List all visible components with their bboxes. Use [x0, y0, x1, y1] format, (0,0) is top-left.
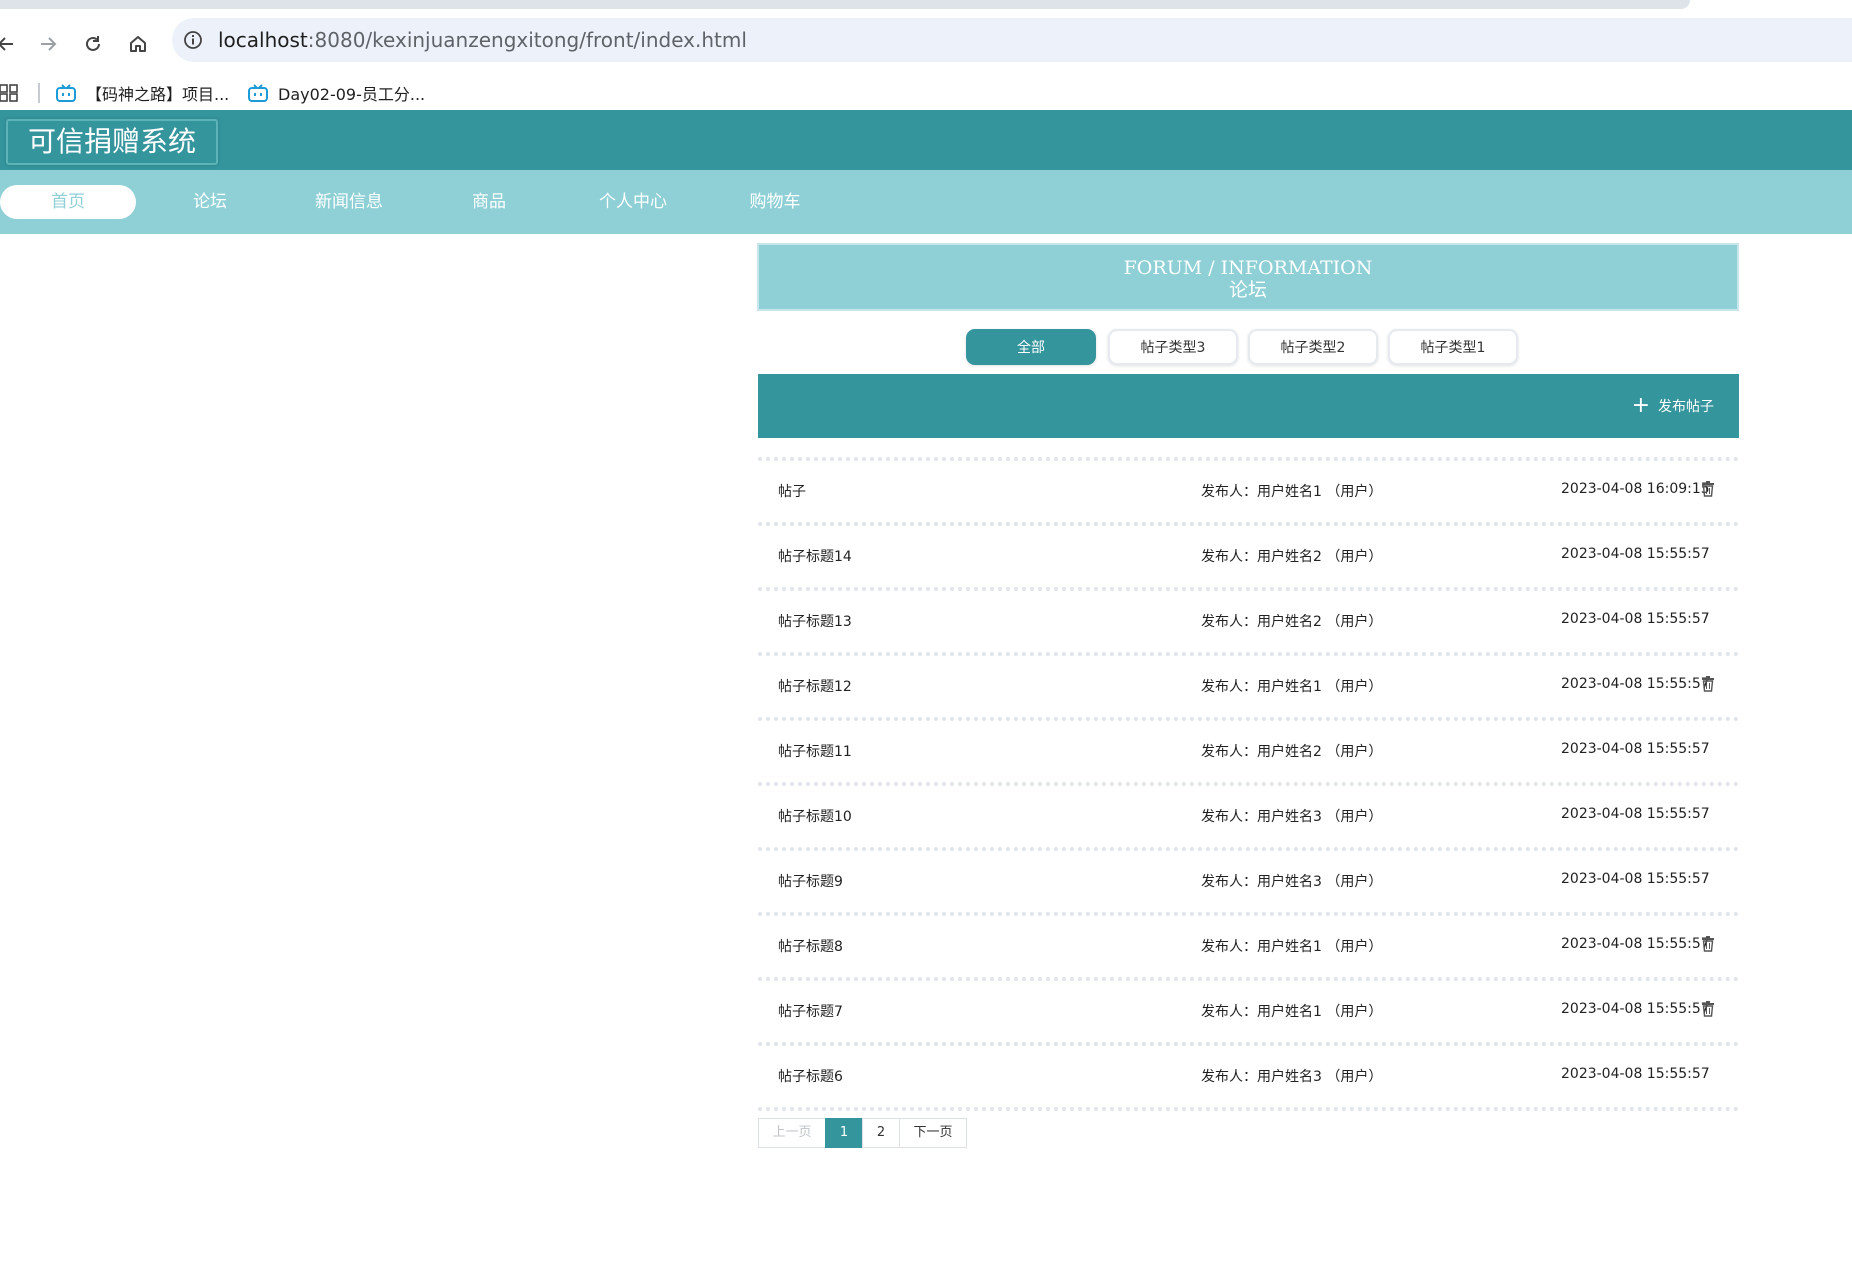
main-nav: 首页 论坛 新闻信息 商品 个人中心 购物车	[0, 170, 1852, 234]
arrow-left-icon	[0, 37, 13, 51]
post-title[interactable]: 帖子标题8	[778, 936, 843, 956]
post-author: 发布人：用户姓名1 （用户）	[1201, 939, 1383, 955]
post-time: 2023-04-08 15:55:57	[1561, 806, 1710, 822]
bookmark-item[interactable]: Day02-09-员工分...	[248, 79, 425, 107]
forum-title-card: FORUM / INFORMATION 论坛	[757, 243, 1739, 311]
url-path: :8080/kexinjuanzengxitong/front/index.ht…	[307, 28, 747, 52]
bookmark-label: 【码神之路】项目...	[86, 85, 230, 104]
site-info-icon[interactable]	[180, 27, 206, 53]
post-row[interactable]: 帖子标题11 发布人：用户姓名2 （用户） 2023-04-08 15:55:57	[758, 717, 1739, 782]
bookmark-label: Day02-09-员工分...	[278, 85, 426, 104]
nav-item-products[interactable]: 商品	[439, 185, 539, 219]
post-author: 发布人：用户姓名3 （用户）	[1201, 1069, 1383, 1085]
nav-item-forum[interactable]: 论坛	[160, 185, 260, 219]
forward-button[interactable]	[28, 24, 68, 64]
post-author: 发布人：用户姓名3 （用户）	[1201, 874, 1383, 890]
bilibili-icon	[56, 84, 76, 102]
post-row[interactable]: 帖子标题13 发布人：用户姓名2 （用户） 2023-04-08 15:55:57	[758, 587, 1739, 652]
bilibili-icon	[248, 84, 268, 102]
post-title[interactable]: 帖子标题12	[778, 676, 852, 696]
post-author: 发布人：用户姓名3 （用户）	[1201, 809, 1383, 825]
prev-page-button[interactable]: 上一页	[758, 1118, 826, 1148]
nav-item-news[interactable]: 新闻信息	[299, 185, 399, 219]
active-tab[interactable]	[0, 0, 1690, 9]
next-page-button[interactable]: 下一页	[899, 1118, 967, 1148]
post-time: 2023-04-08 15:55:57	[1561, 546, 1710, 562]
post-title[interactable]: 帖子标题11	[778, 741, 852, 761]
post-author: 发布人：用户姓名1 （用户）	[1201, 679, 1383, 695]
post-time: 2023-04-08 16:09:15	[1561, 481, 1710, 497]
post-author: 发布人：用户姓名2 （用户）	[1201, 744, 1383, 760]
filter-all[interactable]: 全部	[966, 329, 1096, 365]
post-time: 2023-04-08 15:55:57	[1561, 611, 1710, 627]
post-row[interactable]: 帖子标题8 发布人：用户姓名1 （用户） 2023-04-08 15:55:57	[758, 912, 1739, 977]
url-text[interactable]: localhost:8080/kexinjuanzengxitong/front…	[218, 18, 747, 62]
post-title[interactable]: 帖子	[778, 481, 806, 501]
bookmarks-separator	[38, 83, 40, 103]
trash-icon[interactable]	[1701, 676, 1715, 692]
trash-icon[interactable]	[1701, 481, 1715, 497]
publish-post-button[interactable]: + 发布帖子	[1632, 391, 1714, 421]
home-icon	[130, 36, 146, 52]
bookmark-item[interactable]: 【码神之路】项目...	[56, 79, 229, 107]
post-time: 2023-04-08 15:55:57	[1561, 741, 1710, 757]
plus-icon: +	[1631, 393, 1650, 418]
post-time: 2023-04-08 15:55:57	[1561, 1066, 1710, 1082]
post-title[interactable]: 帖子标题6	[778, 1066, 843, 1086]
post-time: 2023-04-08 15:55:57	[1561, 676, 1710, 692]
post-type-filters: 全部 帖子类型3 帖子类型2 帖子类型1	[0, 329, 1852, 365]
bookmarks-bar: 【码神之路】项目... Day02-09-员工分...	[0, 76, 1852, 110]
post-row[interactable]: 帖子标题9 发布人：用户姓名3 （用户） 2023-04-08 15:55:57	[758, 847, 1739, 912]
forum-title-en: FORUM / INFORMATION	[1123, 257, 1373, 279]
pagination: 上一页 1 2 下一页	[758, 1118, 967, 1148]
trash-icon[interactable]	[1701, 1001, 1715, 1017]
forum-action-bar: + 发布帖子	[758, 374, 1739, 438]
site-header: 可信捐赠系统	[0, 110, 1852, 170]
home-button[interactable]	[118, 24, 158, 64]
post-title[interactable]: 帖子标题7	[778, 1001, 843, 1021]
browser-tabstrip	[0, 0, 1852, 14]
post-author: 发布人：用户姓名2 （用户）	[1201, 549, 1383, 565]
post-title[interactable]: 帖子标题14	[778, 546, 852, 566]
page-2-button[interactable]: 2	[862, 1118, 900, 1148]
site-logo[interactable]: 可信捐赠系统	[6, 119, 219, 165]
browser-toolbar: localhost:8080/kexinjuanzengxitong/front…	[0, 14, 1852, 76]
url-host: localhost	[218, 28, 308, 52]
filter-type-1[interactable]: 帖子类型1	[1388, 329, 1518, 365]
post-list: 帖子 发布人：用户姓名1 （用户） 2023-04-08 16:09:15 帖子标题1…	[758, 457, 1739, 1111]
post-author: 发布人：用户姓名1 （用户）	[1201, 1004, 1383, 1020]
filter-type-2[interactable]: 帖子类型2	[1248, 329, 1378, 365]
post-row[interactable]: 帖子标题7 发布人：用户姓名1 （用户） 2023-04-08 15:55:57	[758, 977, 1739, 1042]
post-row[interactable]: 帖子标题14 发布人：用户姓名2 （用户） 2023-04-08 15:55:57	[758, 522, 1739, 587]
post-row[interactable]: 帖子 发布人：用户姓名1 （用户） 2023-04-08 16:09:15	[758, 457, 1739, 522]
post-author: 发布人：用户姓名1 （用户）	[1201, 484, 1383, 500]
back-button[interactable]	[0, 24, 26, 64]
post-title[interactable]: 帖子标题10	[778, 806, 852, 826]
reload-button[interactable]	[73, 24, 113, 64]
nav-item-cart[interactable]: 购物车	[725, 185, 825, 219]
trash-icon[interactable]	[1701, 936, 1715, 952]
post-title[interactable]: 帖子标题13	[778, 611, 852, 631]
page-1-button[interactable]: 1	[825, 1118, 863, 1148]
filter-type-3[interactable]: 帖子类型3	[1108, 329, 1238, 365]
nav-item-user-center[interactable]: 个人中心	[583, 185, 683, 219]
reload-icon	[86, 36, 100, 51]
post-row[interactable]: 帖子标题6 发布人：用户姓名3 （用户） 2023-04-08 15:55:57	[758, 1042, 1739, 1111]
post-time: 2023-04-08 15:55:57	[1561, 871, 1710, 887]
nav-item-home[interactable]: 首页	[0, 185, 136, 219]
apps-grid-icon[interactable]	[0, 84, 18, 102]
post-time: 2023-04-08 15:55:57	[1561, 936, 1710, 952]
address-bar[interactable]: localhost:8080/kexinjuanzengxitong/front…	[172, 18, 1852, 62]
publish-post-label: 发布帖子	[1658, 399, 1714, 415]
post-row[interactable]: 帖子标题12 发布人：用户姓名1 （用户） 2023-04-08 15:55:57	[758, 652, 1739, 717]
forum-title-cn: 论坛	[1228, 279, 1267, 301]
post-time: 2023-04-08 15:55:57	[1561, 1001, 1710, 1017]
post-row[interactable]: 帖子标题10 发布人：用户姓名3 （用户） 2023-04-08 15:55:57	[758, 782, 1739, 847]
arrow-right-icon	[41, 37, 57, 51]
post-title[interactable]: 帖子标题9	[778, 871, 843, 891]
post-author: 发布人：用户姓名2 （用户）	[1201, 614, 1383, 630]
